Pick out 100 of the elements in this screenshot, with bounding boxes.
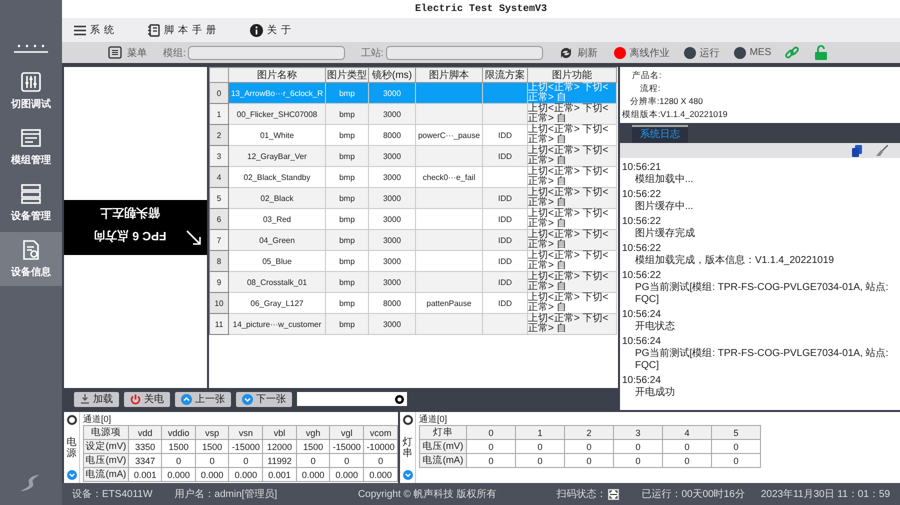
table-row[interactable]: 1 00_Flicker_SHC07008 bmp 3000 上切<正常> 下切<正常> 自 — [210, 104, 616, 124]
row-header[interactable]: 0 — [210, 82, 228, 104]
action-button[interactable]: 下一张 — [236, 392, 292, 406]
table-cell: 0.000 — [296, 468, 330, 482]
column-header: 电源项 — [84, 426, 128, 440]
input-field[interactable] — [297, 392, 407, 406]
action-button[interactable]: 加载 — [74, 392, 119, 406]
row-header[interactable]: 1 — [210, 104, 228, 124]
table-row[interactable]: 5 02_Black bmp 3000 IDD 上切<正常> 下切<正常> 自 — [210, 188, 616, 208]
module-field[interactable] — [188, 46, 345, 60]
column-header[interactable]: 镜秒(ms) — [368, 68, 416, 82]
table-cell: -15000 — [228, 440, 263, 454]
info-text: 分辨率:1280 X 480 — [629, 95, 704, 108]
row-header[interactable]: 3 — [210, 146, 228, 166]
link-icon[interactable] — [785, 46, 800, 60]
list-icon — [108, 46, 122, 59]
power-button[interactable]: 关电 — [124, 392, 170, 406]
row-header[interactable]: 10 — [210, 292, 228, 314]
table-cell: 0 — [466, 454, 516, 468]
action-button[interactable]: 上一张 — [175, 392, 231, 406]
column-header[interactable]: 图片脚本 — [416, 68, 482, 82]
table-cell: bmp — [326, 272, 368, 292]
table-cell: 0 — [195, 454, 229, 468]
row-header[interactable]: 9 — [210, 272, 228, 292]
row-header[interactable]: 4 — [210, 166, 228, 188]
menu-item[interactable]: 关于 — [250, 23, 295, 37]
scan-icon — [608, 488, 620, 500]
log-time: 10:56:22 — [622, 189, 662, 200]
tab[interactable]: 系统日志 — [632, 125, 688, 143]
table-cell: 上切<正常> 下切<正常> 自 — [528, 146, 616, 166]
table-cell: 1500 — [296, 440, 330, 454]
window-icon — [20, 127, 42, 149]
table-cell: 0 — [614, 440, 662, 454]
channel-label: 通道[0] — [419, 414, 448, 425]
row-header[interactable]: 2 — [210, 124, 228, 146]
table-cell — [416, 230, 482, 250]
menu-icon[interactable] — [13, 44, 49, 54]
table-cell: 08_Crosstalk_01 — [228, 272, 326, 292]
table-cell: 02_Black — [228, 188, 326, 208]
row-header[interactable]: 6 — [210, 208, 228, 230]
field-label: 模组: — [163, 46, 186, 60]
table-cell: bmp — [326, 146, 368, 166]
table-cell: 上切<正常> 下切<正常> 自 — [528, 104, 616, 124]
column-header: 5 — [712, 426, 760, 440]
banner-text: FPC 6 点方向 — [92, 228, 166, 244]
brush-icon[interactable] — [876, 144, 888, 156]
sidebar-item[interactable]: 设备信息 — [0, 232, 62, 286]
table-cell: 0 — [564, 440, 614, 454]
field-label: 工站: — [360, 46, 384, 60]
table-row[interactable]: 7 04_Green bmp 3000 IDD 上切<正常> 下切<正常> 自 — [210, 230, 616, 250]
table-cell: 3000 — [368, 230, 416, 250]
sidebar-item[interactable]: 模组管理 — [0, 120, 62, 174]
row-header[interactable]: 11 — [210, 314, 228, 334]
table-cell: bmp — [326, 104, 368, 124]
table-cell: 3000 — [368, 146, 416, 166]
log-time: 10:56:22 — [622, 243, 662, 254]
table-cell: 13_ArrowBo···r_6clock_R — [228, 82, 326, 104]
table-cell: 上切<正常> 下切<正常> 自 — [528, 314, 616, 334]
column-header[interactable]: 图片功能 — [528, 68, 616, 82]
table-cell — [482, 82, 528, 104]
ring-icon[interactable] — [66, 415, 76, 425]
refresh-button[interactable]: 刷新 — [558, 46, 598, 60]
row-header[interactable]: 8 — [210, 250, 228, 272]
column-header[interactable]: 图片名称 — [228, 68, 326, 82]
table-row[interactable]: 0 13_ArrowBo···r_6clock_R bmp 3000 上切<正常> 下切<正常> 自 — [210, 82, 616, 104]
log-time: 10:56:24 — [622, 375, 662, 386]
server-icon — [20, 183, 42, 205]
log-time: 10:56:24 — [622, 336, 662, 348]
notebook-icon — [148, 24, 160, 36]
table-cell: -10000 — [364, 440, 398, 454]
table-cell: 0 — [516, 454, 564, 468]
table-row[interactable]: 11 14_picture···w_customer bmp 3000 上切<正常> 下切<正常> 自 — [210, 314, 616, 334]
log-message: 模组加载中... — [634, 174, 694, 186]
clear-icon[interactable] — [395, 394, 404, 404]
column-header: 0 — [466, 426, 516, 440]
sidebar-item[interactable]: 切图调试 — [0, 64, 62, 118]
copy-icon[interactable] — [852, 144, 862, 156]
menu-item[interactable]: 脚本手册 — [148, 23, 220, 37]
datetime-text: 2023年11月30日 11：01：59 — [760, 488, 890, 501]
table-row[interactable]: 9 08_Crosstalk_01 bmp 3000 IDD 上切<正常> 下切<正常> 自 — [210, 272, 616, 292]
row-header[interactable]: 7 — [210, 230, 228, 250]
station-field[interactable] — [386, 46, 543, 60]
table-cell: 12_GrayBar_Ver — [228, 146, 326, 166]
log-time: 10:56:24 — [622, 309, 662, 320]
row-header[interactable]: 5 — [210, 188, 228, 208]
menu-button[interactable]: 菜单 — [108, 46, 147, 60]
ring-icon[interactable] — [402, 415, 412, 425]
sidebar-item[interactable]: 设备管理 — [0, 176, 62, 230]
menu-item[interactable]: 系统 — [74, 23, 118, 37]
table-cell: IDD — [482, 272, 528, 292]
table-cell: 0 — [662, 440, 712, 454]
table-cell: 04_Green — [228, 230, 326, 250]
row-header: 电流(mA) — [420, 454, 466, 468]
table-row[interactable]: 3 12_GrayBar_Ver bmp 3000 IDD 上切<正常> 下切<正常> 自 — [210, 146, 616, 166]
menu-icon — [74, 24, 86, 36]
column-header[interactable]: 限流方案 — [482, 68, 528, 82]
status-label: MES — [750, 47, 772, 58]
column-header[interactable]: 图片类型 — [326, 68, 368, 82]
device-text: 设备：ETS4011W — [72, 488, 152, 501]
log-time: 10:56:21 — [622, 162, 662, 174]
